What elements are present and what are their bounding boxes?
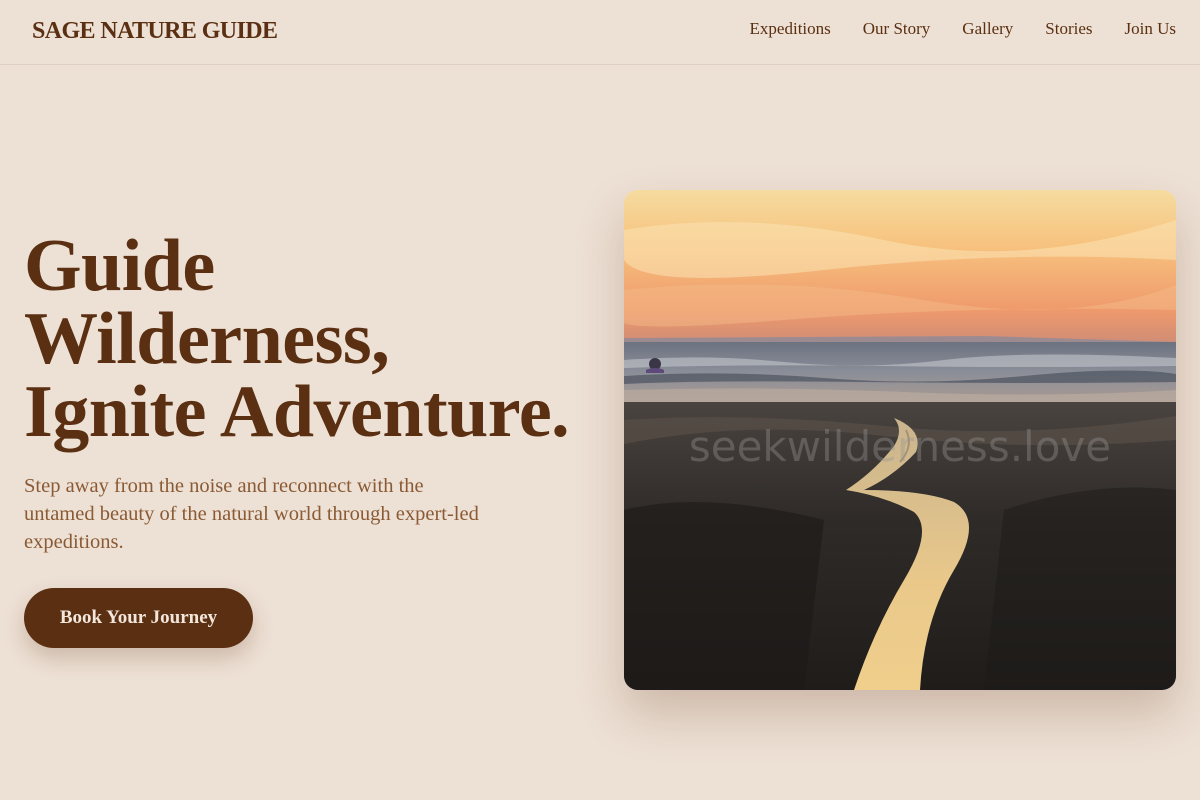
nav-link-join-us[interactable]: Join Us	[1125, 19, 1176, 39]
nav-link-stories[interactable]: Stories	[1045, 19, 1092, 39]
hero-subtitle: Step away from the noise and reconnect w…	[24, 475, 479, 553]
sunset-beach-photo	[624, 190, 1176, 690]
hero-title-line-1: Guide	[24, 225, 215, 307]
nav-link-gallery[interactable]: Gallery	[962, 19, 1013, 39]
hero-image: seekwilderness.love	[624, 190, 1176, 690]
nav-link-our-story[interactable]: Our Story	[863, 19, 931, 39]
top-navbar: SAGE NATURE GUIDE Expeditions Our Story …	[0, 0, 1200, 65]
hero-title-line-2: Wilderness,	[24, 298, 390, 380]
nav-link-expeditions[interactable]: Expeditions	[750, 19, 831, 39]
book-journey-button[interactable]: Book Your Journey	[24, 588, 253, 648]
main-nav: Expeditions Our Story Gallery Stories Jo…	[750, 19, 1176, 39]
hero-title-line-3: Ignite Adventure.	[24, 371, 570, 453]
brand-logo[interactable]: SAGE NATURE GUIDE	[32, 18, 278, 45]
hero-title: Guide Wilderness, Ignite Adventure.	[24, 225, 604, 453]
